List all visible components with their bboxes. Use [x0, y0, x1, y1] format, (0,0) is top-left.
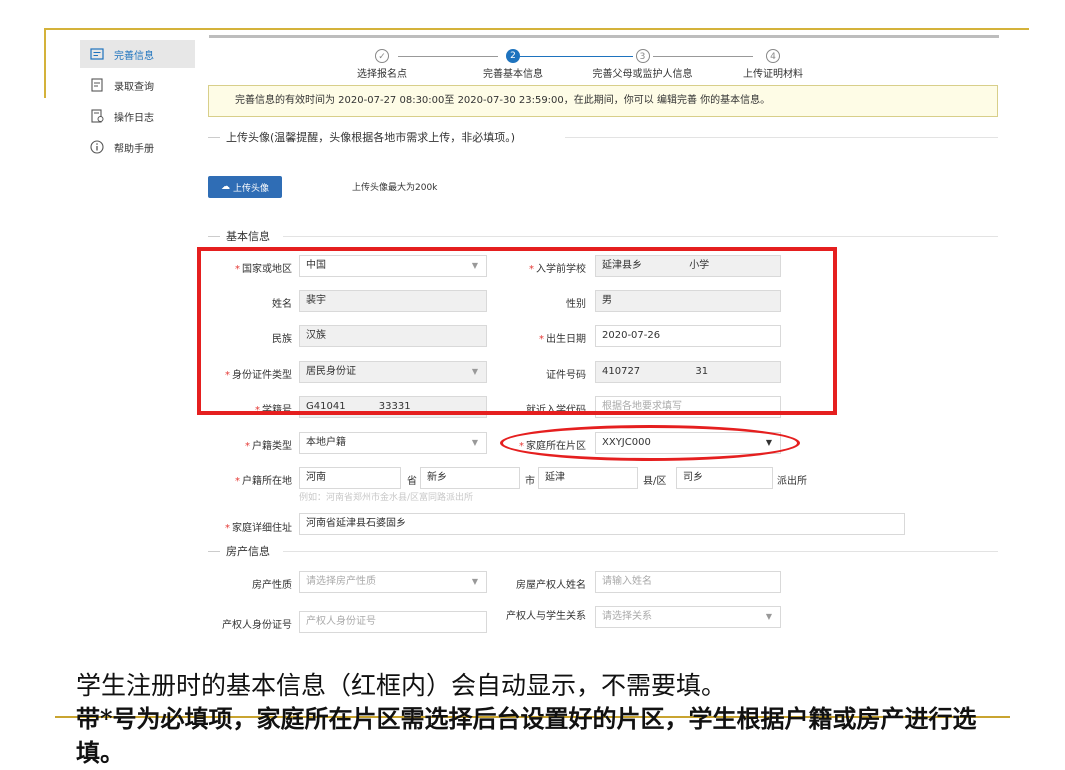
upload-avatar-button[interactable]: ☁ 上传头像 — [208, 176, 282, 198]
school-field: 延津县乡 小学 — [595, 255, 781, 277]
section-rule — [283, 236, 998, 237]
gender-label: 性别 — [566, 299, 586, 310]
hukou-hint: 例如：河南省郑州市金水县/区富同路派出所 — [299, 493, 474, 503]
sidebar-item-label: 完善信息 — [114, 50, 154, 62]
step-upload-proof[interactable]: 4 上传证明材料 — [733, 49, 813, 80]
idtype-label: * 身份证件类型 — [225, 370, 292, 381]
sidebar-item-label: 帮助手册 — [114, 143, 154, 155]
ethnicity-field: 汉族 — [299, 325, 487, 347]
address-input[interactable]: 河南省延津县石婆固乡 — [299, 513, 905, 535]
nearby-code-input[interactable]: 根据各地要求填写 — [595, 396, 781, 418]
step-basic-info[interactable]: 2 完善基本信息 — [473, 49, 553, 80]
basic-section-title: 基本信息 — [208, 228, 270, 244]
caption-line-1: 学生注册时的基本信息（红框内）会自动显示，不需要填。 — [76, 671, 727, 700]
birth-label: * 出生日期 — [539, 334, 586, 345]
check-icon: ✓ — [375, 49, 389, 63]
sidebar-item-label: 录取查询 — [114, 81, 154, 93]
district-label: * 家庭所在片区 — [519, 441, 586, 452]
city-input[interactable]: 新乡 — [420, 467, 520, 489]
station-unit: 派出所 — [777, 476, 807, 487]
step-select-site[interactable]: ✓ 选择报名点 — [343, 49, 421, 80]
avatar-section-title: 上传头像(温馨提醒，头像根据各地市需求上传，非必填项。) — [208, 129, 515, 145]
notice-banner: 完善信息的有效时间为 2020-07-27 08:30:00至 2020-07-… — [208, 85, 998, 117]
step-number: 2 — [506, 49, 520, 63]
chevron-down-icon: ▼ — [471, 367, 478, 376]
sidebar-item-complete-info[interactable]: 完善信息 — [80, 40, 195, 68]
chevron-down-icon: ▼ — [765, 438, 772, 447]
hukou-type-select[interactable]: 本地户籍 ▼ — [299, 432, 487, 454]
section-rule — [283, 551, 998, 552]
district-select[interactable]: XXYJC000 ▼ — [595, 432, 781, 454]
ethnicity-label: 民族 — [272, 334, 292, 345]
name-label: 姓名 — [272, 299, 292, 310]
upload-size-hint: 上传头像最大为200k — [352, 183, 438, 193]
info-circle-icon — [90, 140, 104, 154]
step-label: 上传证明材料 — [743, 69, 803, 80]
cloud-upload-icon: ☁ — [220, 182, 230, 192]
relation-label: 产权人与学生关系 — [506, 611, 586, 622]
sidebar: 完善信息 录取查询 操作日志 帮助手册 — [80, 40, 195, 164]
caption-line-2: 带*号为必填项，家庭所在片区需选择后台设置好的片区，学生根据户籍或房产进行选填。 — [76, 704, 977, 767]
edit-form-icon — [90, 47, 104, 61]
property-section-title: 房产信息 — [208, 543, 270, 559]
slide-left-rule — [44, 28, 46, 98]
step-number: 4 — [766, 49, 780, 63]
gender-field: 男 — [595, 290, 781, 312]
name-field: 裴宇 — [299, 290, 487, 312]
relation-select[interactable]: 请选择关系 ▼ — [595, 606, 781, 628]
address-label: * 家庭详细住址 — [225, 523, 292, 534]
property-nature-select[interactable]: 请选择房产性质 ▼ — [299, 571, 487, 593]
owner-id-label: 产权人身份证号 — [222, 620, 292, 631]
school-label: * 入学前学校 — [529, 264, 586, 275]
chevron-down-icon: ▼ — [471, 577, 478, 586]
slide-top-rule — [44, 28, 1029, 30]
scroll-top-bar — [209, 35, 999, 38]
section-rule — [565, 137, 998, 138]
idnum-field: 410727 31 — [595, 361, 781, 383]
step-guardian-info[interactable]: 3 完善父母或监护人信息 — [585, 49, 700, 80]
document-search-icon — [90, 78, 104, 92]
hukou-location-label: * 户籍所在地 — [235, 476, 292, 487]
sidebar-item-label: 操作日志 — [114, 112, 154, 124]
chevron-down-icon: ▼ — [471, 261, 478, 270]
owner-name-input[interactable]: 请输入姓名 — [595, 571, 781, 593]
upload-avatar-label: 上传头像 — [232, 183, 269, 194]
idnum-label: 证件号码 — [546, 370, 586, 381]
step-label: 选择报名点 — [357, 69, 407, 80]
station-input[interactable]: 司乡 — [676, 467, 773, 489]
step-label: 完善基本信息 — [483, 69, 543, 80]
province-input[interactable]: 河南 — [299, 467, 401, 489]
step-number: 3 — [635, 49, 650, 63]
sidebar-item-help-manual[interactable]: 帮助手册 — [80, 133, 195, 161]
step-label: 完善父母或监护人信息 — [592, 69, 693, 80]
county-unit: 县/区 — [643, 476, 667, 487]
sidebar-item-admission-query[interactable]: 录取查询 — [80, 71, 195, 99]
main-panel: ✓ 选择报名点 2 完善基本信息 3 完善父母或监护人信息 4 上传证明材料 完… — [195, 33, 1005, 633]
nearby-code-label: 就近入学代码 — [526, 405, 586, 416]
city-unit: 市 — [525, 476, 535, 487]
studentno-field: G41041 33331 — [299, 396, 487, 418]
log-icon — [90, 109, 104, 123]
province-unit: 省 — [407, 476, 417, 487]
property-nature-label: 房产性质 — [252, 580, 292, 591]
owner-name-label: 房屋产权人姓名 — [516, 580, 586, 591]
chevron-down-icon: ▼ — [765, 612, 772, 621]
studentno-label: * 学籍号 — [255, 405, 292, 416]
county-input[interactable]: 延津 — [538, 467, 638, 489]
country-label: * 国家或地区 — [235, 264, 292, 275]
hukou-type-label: * 户籍类型 — [245, 441, 292, 452]
owner-id-input[interactable]: 产权人身份证号 — [299, 611, 487, 633]
birth-date-input[interactable]: 2020-07-26 — [595, 325, 781, 347]
chevron-down-icon: ▼ — [471, 438, 478, 447]
idtype-select: 居民身份证 ▼ — [299, 361, 487, 383]
country-select[interactable]: 中国 ▼ — [299, 255, 487, 277]
sidebar-item-operation-log[interactable]: 操作日志 — [80, 102, 195, 130]
